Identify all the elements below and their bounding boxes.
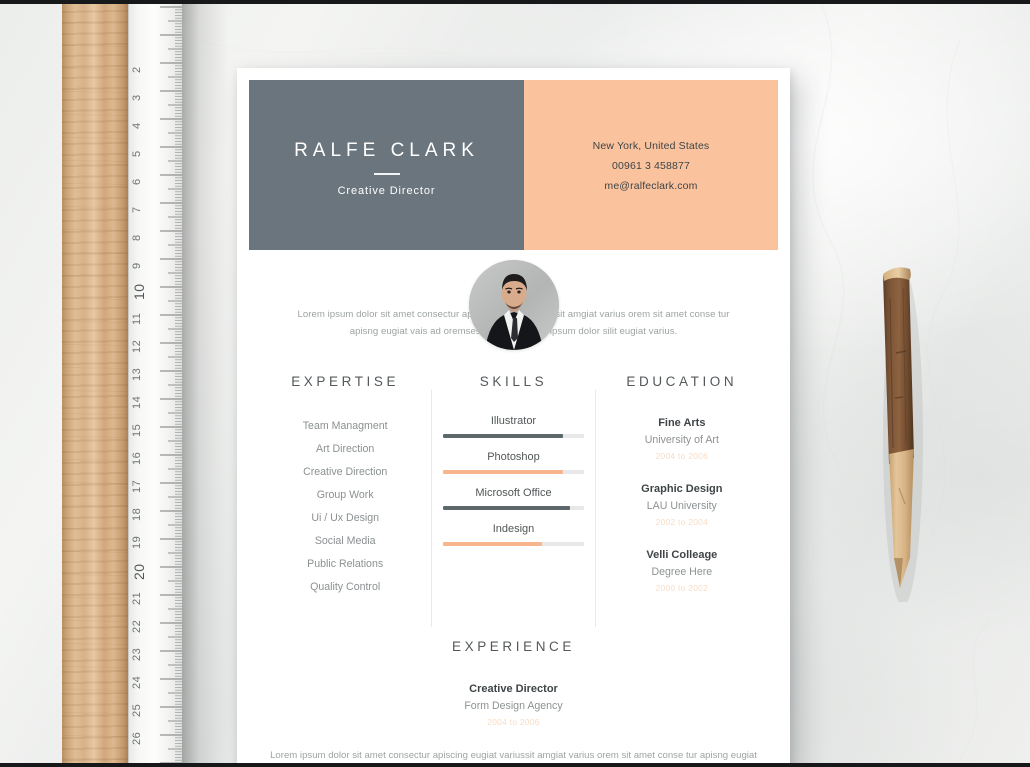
experience-company: Form Design Agency: [464, 700, 563, 712]
skills-list: Illustrator Photoshop Microsoft Office I…: [429, 415, 597, 546]
list-item: Velli Colleage Degree Here 2000 to 2002: [598, 547, 766, 596]
education-degree: Velli Colleage: [646, 549, 718, 561]
skill-label: Photoshop: [487, 451, 540, 463]
expertise-column: EXPERTISE Team Managment Art Direction C…: [261, 374, 429, 613]
list-item: Indesign: [429, 523, 597, 546]
job-role-label: Creative Director: [337, 184, 436, 197]
education-list: Fine Arts University of Art 2004 to 2006…: [598, 415, 766, 596]
education-school: Degree Here: [651, 566, 713, 578]
ruler-cast-shadow: [182, 0, 228, 767]
skill-bar-track: [443, 434, 584, 438]
ruler-number: 6: [131, 178, 143, 185]
ruler-number: 19: [131, 535, 143, 549]
skill-label: Indesign: [492, 523, 535, 535]
skill-bar-track: [443, 542, 584, 546]
ruler-number: 26: [131, 731, 143, 745]
list-item: Illustrator: [429, 415, 597, 438]
skills-heading: SKILLS: [479, 374, 548, 389]
ruler-number: 5: [131, 150, 143, 157]
list-item: Group Work: [316, 489, 374, 501]
twig-pencil: [883, 267, 923, 602]
skill-label: Microsoft Office: [475, 487, 552, 499]
education-degree: Fine Arts: [658, 417, 706, 429]
skill-bar-fill: [443, 470, 563, 474]
ruler-number: 12: [131, 339, 143, 353]
resume-header: RALFE CLARK Creative Director New York, …: [249, 80, 778, 250]
ruler-tick-marks: [160, 6, 182, 767]
experience-heading: EXPERIENCE: [451, 639, 576, 654]
ruler-number: 9: [131, 262, 143, 269]
education-degree: Graphic Design: [641, 483, 723, 495]
list-item: Public Relations: [307, 558, 384, 570]
list-item: Art Direction: [316, 443, 375, 455]
ruler-number: 17: [131, 479, 143, 493]
avatar: [468, 260, 559, 350]
three-column-section: EXPERTISE Team Managment Art Direction C…: [261, 374, 766, 627]
ruler-number: 18: [131, 507, 143, 521]
header-name-block: RALFE CLARK Creative Director: [249, 80, 524, 250]
ruler-number: 13: [131, 367, 143, 381]
contact-phone: 00961 3 458877: [611, 160, 690, 172]
expertise-heading: EXPERTISE: [291, 374, 400, 389]
ruler-number: 22: [131, 619, 143, 633]
list-item: Team Managment: [302, 420, 388, 432]
list-item: Microsoft Office: [429, 487, 597, 510]
experience-date: 2004 to 2006: [487, 717, 540, 727]
ruler-number: 23: [131, 647, 143, 661]
ruler-number: 20: [131, 563, 147, 580]
skill-bar-track: [443, 506, 584, 510]
skills-column: SKILLS Illustrator Photoshop Microsoft O…: [429, 374, 597, 627]
ruler-number: 2: [131, 66, 143, 73]
skill-bar-fill: [443, 506, 570, 510]
ruler-number: 10: [131, 283, 147, 300]
contact-location: New York, United States: [592, 140, 710, 152]
ruler-number: 3: [131, 94, 143, 101]
list-item: Creative Direction: [303, 466, 388, 478]
experience-title: Creative Director: [469, 683, 558, 695]
education-date: 2000 to 2002: [655, 583, 709, 593]
education-date: 2004 to 2006: [655, 451, 709, 461]
ruler-number-labels: 2 3 4 5 6 7 8 9 10 11 12 13 14 15 16 17 18 19 20 21 22 23 24 25…: [131, 0, 153, 767]
ruler-number: 21: [131, 591, 143, 605]
name-underline-rule: [373, 172, 400, 175]
list-item: Creative Director Form Design Agency 200…: [237, 680, 790, 730]
experience-section: EXPERIENCE Creative Director Form Design…: [237, 639, 790, 767]
list-item: Ui / Ux Design: [311, 512, 380, 524]
ruler-number: 14: [131, 395, 143, 409]
photo-edge-top: [0, 0, 1030, 4]
ruler-number: 25: [131, 703, 143, 717]
education-date: 2002 to 2004: [655, 517, 709, 527]
ruler-number: 7: [131, 206, 143, 213]
list-item: Graphic Design LAU University 2002 to 20…: [598, 481, 766, 530]
expertise-list: Team Managment Art Direction Creative Di…: [261, 415, 429, 599]
list-item: Social Media: [314, 535, 376, 547]
skill-label: Illustrator: [490, 415, 537, 427]
ruler-number: 16: [131, 451, 143, 465]
page-title: RALFE CLARK: [294, 139, 479, 161]
skill-bar-track: [443, 470, 584, 474]
steel-ruler: 2 3 4 5 6 7 8 9 10 11 12 13 14 15 16 17 18 19 20 21 22 23 24 25…: [128, 0, 182, 767]
education-heading: EDUCATION: [626, 374, 738, 389]
ruler-number: 15: [131, 423, 143, 437]
ruler-number: 24: [131, 675, 143, 689]
resume-document: RALFE CLARK Creative Director New York, …: [237, 68, 790, 767]
education-school: LAU University: [646, 500, 717, 512]
education-school: University of Art: [644, 434, 719, 446]
list-item: Quality Control: [310, 581, 381, 593]
skill-bar-fill: [443, 434, 563, 438]
education-column: EDUCATION Fine Arts University of Art 20…: [598, 374, 766, 613]
wooden-strip: [62, 0, 128, 767]
scene-photograph: 2 3 4 5 6 7 8 9 10 11 12 13 14 15 16 17 18 19 20 21 22 23 24 25…: [0, 0, 1030, 767]
photo-edge-bottom: [0, 763, 1030, 767]
contact-email: me@ralfeclark.com: [604, 180, 698, 192]
skill-bar-fill: [443, 542, 542, 546]
ruler-number: 11: [131, 312, 143, 325]
list-item: Fine Arts University of Art 2004 to 2006: [598, 415, 766, 464]
header-contact-block: New York, United States 00961 3 458877 m…: [524, 80, 778, 250]
ruler-number: 4: [131, 122, 143, 129]
ruler-number: 8: [131, 234, 143, 241]
list-item: Photoshop: [429, 451, 597, 474]
